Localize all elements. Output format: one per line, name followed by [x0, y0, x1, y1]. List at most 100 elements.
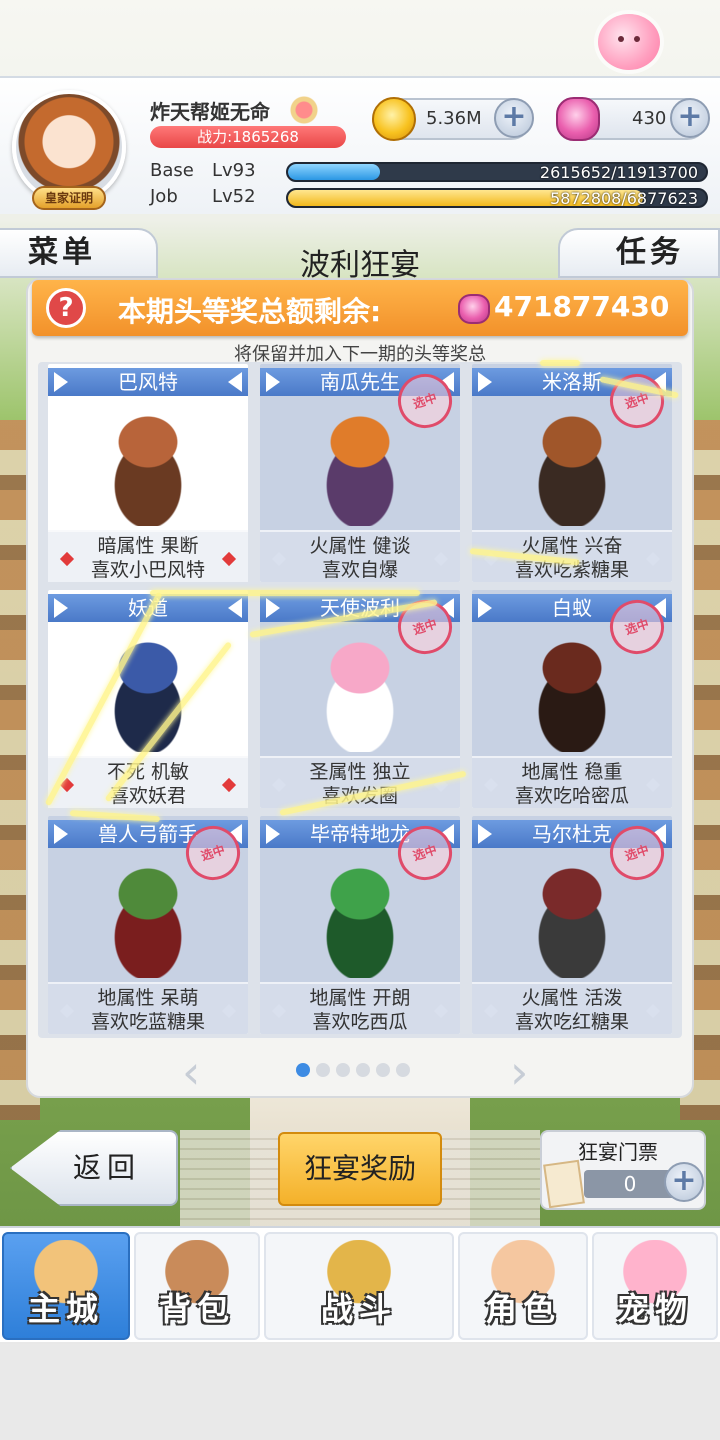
monster-card[interactable]: 妖道不死 机敏喜欢妖君 — [48, 590, 248, 808]
monster-attribute: 地属性 开朗 — [309, 987, 411, 1009]
gem-icon — [556, 97, 600, 141]
monster-attribute: 不死 机敏 — [106, 761, 190, 783]
sparkle-trail — [540, 360, 580, 366]
nav-bag[interactable]: 背包 — [134, 1232, 260, 1340]
job-level: Lv52 — [212, 186, 256, 207]
nav-character[interactable]: 角色 — [458, 1232, 588, 1340]
monster-traits: 地属性 呆萌 喜欢吃蓝糖果 — [48, 982, 248, 1034]
monster-name-text: 米洛斯 — [542, 370, 602, 394]
ticket-icon — [543, 1159, 585, 1209]
monster-preference: 喜欢妖君 — [109, 785, 186, 807]
rank-emblem-icon — [286, 96, 322, 124]
add-gold-button[interactable]: + — [494, 98, 534, 138]
bottom-bar — [0, 1344, 720, 1440]
monster-traits: 地属性 稳重 喜欢吃哈密瓜 — [472, 756, 672, 808]
quest-tab[interactable]: 任务 — [558, 228, 720, 278]
base-exp-text: 2615652/11913700 — [539, 163, 698, 182]
gold-value: 5.36M — [426, 108, 482, 129]
page-dot[interactable] — [356, 1063, 370, 1077]
add-gem-button[interactable]: + — [670, 98, 710, 138]
monster-traits: 不死 机敏 喜欢妖君 — [48, 756, 248, 808]
monster-card[interactable]: 兽人弓箭手 选中 地属性 呆萌 喜欢吃蓝糖果 — [48, 816, 248, 1034]
monster-sprite — [300, 632, 420, 752]
sparkle-trail — [150, 590, 420, 596]
base-exp-fill — [288, 164, 380, 180]
monster-card[interactable]: 天使波利选中圣属性 独立喜欢发圈 — [260, 590, 460, 808]
base-label: Base — [150, 160, 194, 181]
bottom-nav: 主城 背包 战斗 角色 宠物 — [0, 1226, 720, 1342]
monster-preference: 喜欢小巴风特 — [90, 559, 205, 581]
monster-sprite — [512, 632, 632, 752]
gem-icon — [458, 294, 490, 324]
page-indicator — [296, 1062, 416, 1078]
feast-reward-button[interactable]: 狂宴奖励 — [278, 1132, 442, 1206]
monster-name-text: 巴风特 — [118, 370, 178, 394]
monster-grid: 巴风特 暗属性 果断 喜欢小巴风特 南瓜先生 选中 火属性 健谈 喜欢自爆 米洛斯 选中 火属性 … — [38, 362, 682, 1038]
monster-name-text: 毕帝特地龙 — [310, 822, 410, 846]
nav-battle[interactable]: 战斗 — [264, 1232, 454, 1340]
monster-name-text: 兽人弓箭手 — [98, 822, 198, 846]
monster-card[interactable]: 毕帝特地龙 选中 地属性 开朗 喜欢吃西瓜 — [260, 816, 460, 1034]
monster-preference: 喜欢吃西瓜 — [312, 1011, 408, 1033]
gem-value: 430 — [632, 108, 667, 129]
job-exp-text: 5872808/6877623 — [550, 189, 698, 208]
prev-page-arrow[interactable]: ‹ — [182, 1048, 212, 1096]
monster-traits: 火属性 健谈 喜欢自爆 — [260, 530, 460, 582]
nav-label: 战斗 — [320, 1290, 397, 1328]
job-label: Job — [150, 186, 178, 207]
monster-card[interactable]: 米洛斯 选中 火属性 兴奋 喜欢吃紫糖果 — [472, 364, 672, 582]
monster-preference: 喜欢吃红糖果 — [514, 1011, 629, 1033]
base-level: Lv93 — [212, 160, 256, 181]
monster-sprite — [300, 406, 420, 526]
ticket-count: 0 — [584, 1170, 676, 1198]
monster-card[interactable]: 巴风特暗属性 果断 喜欢小巴风特 — [48, 364, 248, 582]
monster-card[interactable]: 马尔杜克 选中 火属性 活泼 喜欢吃红糖果 — [472, 816, 672, 1034]
monster-sprite — [300, 858, 420, 978]
monster-name-text: 马尔杜克 — [532, 822, 612, 846]
gem-counter: 430 + — [556, 97, 710, 141]
poring-icon[interactable] — [598, 14, 660, 70]
nav-pet[interactable]: 宠物 — [592, 1232, 718, 1340]
monster-card[interactable]: 南瓜先生 选中 火属性 健谈 喜欢自爆 — [260, 364, 460, 582]
player-name: 炸天帮姬无命 — [150, 100, 270, 124]
nav-label: 宠物 — [616, 1290, 693, 1328]
monster-traits: 火属性 活泼 喜欢吃红糖果 — [472, 982, 672, 1034]
monster-sprite — [88, 858, 208, 978]
base-exp-bar: 2615652/11913700 — [286, 162, 708, 182]
monster-sprite — [88, 406, 208, 526]
monster-sprite — [512, 858, 632, 978]
jackpot-banner: ? 本期头等奖总额剩余: 471877430 — [32, 280, 688, 336]
monster-preference: 喜欢自爆 — [321, 559, 398, 581]
page-dot[interactable] — [316, 1063, 330, 1077]
page-dot[interactable] — [376, 1063, 390, 1077]
combat-power: 战力:1865268 — [150, 126, 346, 148]
page-dot[interactable] — [396, 1063, 410, 1077]
monster-card[interactable]: 白蚁 选中 地属性 稳重 喜欢吃哈密瓜 — [472, 590, 672, 808]
gold-counter: 5.36M + — [372, 97, 534, 141]
add-ticket-button[interactable]: + — [664, 1162, 704, 1202]
monster-preference: 喜欢吃蓝糖果 — [90, 1011, 205, 1033]
page-dot[interactable] — [336, 1063, 350, 1077]
help-button[interactable]: ? — [46, 288, 86, 328]
monster-attribute: 地属性 呆萌 — [97, 987, 199, 1009]
monster-name-text: 南瓜先生 — [320, 370, 400, 394]
nav-home[interactable]: 主城 — [2, 1232, 130, 1340]
monster-traits: 暗属性 果断 喜欢小巴风特 — [48, 530, 248, 582]
monster-traits: 地属性 开朗 喜欢吃西瓜 — [260, 982, 460, 1034]
ticket-title: 狂宴门票 — [578, 1140, 658, 1164]
monster-sprite — [512, 406, 632, 526]
page-dot[interactable] — [296, 1063, 310, 1077]
nav-label: 主城 — [27, 1290, 104, 1328]
monster-attribute: 地属性 稳重 — [521, 761, 623, 783]
monster-preference: 喜欢吃哈密瓜 — [514, 785, 629, 807]
monster-attribute: 火属性 活泼 — [521, 987, 623, 1009]
menu-tab[interactable]: 菜单 — [0, 228, 158, 278]
gold-coin-icon — [372, 97, 416, 141]
job-exp-bar: 5872808/6877623 — [286, 188, 708, 208]
monster-attribute: 火属性 健谈 — [309, 535, 411, 557]
jackpot-label: 本期头等奖总额剩余: — [118, 295, 382, 328]
feast-ticket-panel: 狂宴门票 0 + — [540, 1130, 706, 1210]
nav-label: 角色 — [484, 1290, 561, 1328]
next-page-arrow[interactable]: › — [510, 1048, 540, 1096]
monster-attribute: 暗属性 果断 — [97, 535, 199, 557]
